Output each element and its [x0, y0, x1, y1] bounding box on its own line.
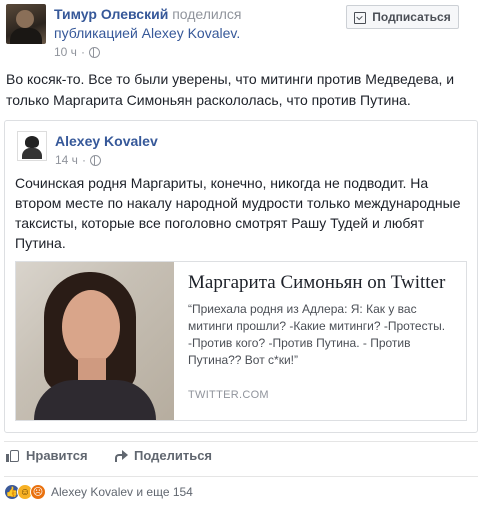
- link-preview-domain: TWITTER.COM: [188, 389, 269, 401]
- post-timestamp[interactable]: 10 ч: [54, 45, 77, 59]
- reactions-count-text[interactable]: Alexey Kovalev и еще 154: [51, 485, 193, 499]
- link-preview-description: “Приехала родня из Адлера: Я: Как у вас …: [188, 302, 446, 367]
- share-label: Поделиться: [134, 448, 213, 463]
- link-preview-title[interactable]: Маргарита Симоньян on Twitter: [188, 272, 445, 294]
- link-preview-image[interactable]: [16, 262, 174, 420]
- shared-author-name[interactable]: Alexey Kovalev: [55, 133, 158, 149]
- author-avatar[interactable]: [6, 4, 46, 44]
- post-meta: 10 ч ·: [54, 45, 100, 59]
- shared-post: Alexey Kovalev 14 ч · Сочинская родня Ма…: [4, 120, 478, 433]
- post-header: Тимур Олевский поделился публикацией Ale…: [0, 0, 482, 64]
- shared-post-text: Сочинская родня Маргариты, конечно, нико…: [15, 175, 461, 251]
- header-line-1: Тимур Олевский поделился: [54, 6, 242, 22]
- post-text: Во косяк-то. Все то были уверены, что ми…: [6, 71, 455, 108]
- angry-reaction-icon: ☹: [30, 484, 46, 500]
- link-preview-card[interactable]: Маргарита Симоньян on Twitter “Приехала …: [15, 261, 467, 421]
- subscribe-check-icon: [354, 11, 367, 24]
- shared-post-meta: 14 ч ·: [55, 153, 101, 167]
- like-button[interactable]: Нравится: [6, 448, 88, 463]
- header-line-2: публикацией Alexey Kovalev.: [54, 25, 240, 41]
- thumbs-up-icon: [6, 449, 20, 463]
- share-arrow-icon: [114, 449, 128, 463]
- reactions-summary[interactable]: 👍 ☺ ☹ Alexey Kovalev и еще 154: [4, 484, 193, 500]
- like-label: Нравится: [26, 448, 88, 463]
- author-name-link[interactable]: Тимур Олевский: [54, 6, 168, 22]
- shared-post-link[interactable]: публикацией Alexey Kovalev.: [54, 25, 240, 41]
- globe-icon[interactable]: [89, 154, 101, 166]
- divider: [4, 476, 478, 477]
- action-bar: Нравится Поделиться: [0, 448, 482, 470]
- shared-author-avatar[interactable]: [17, 131, 47, 161]
- subscribe-label: Подписаться: [372, 10, 451, 24]
- globe-icon[interactable]: [88, 46, 100, 58]
- shared-verb: поделился: [172, 6, 242, 22]
- shared-post-timestamp[interactable]: 14 ч: [55, 153, 78, 167]
- divider: [4, 441, 478, 442]
- subscribe-button[interactable]: Подписаться: [346, 5, 459, 29]
- share-button[interactable]: Поделиться: [114, 448, 212, 463]
